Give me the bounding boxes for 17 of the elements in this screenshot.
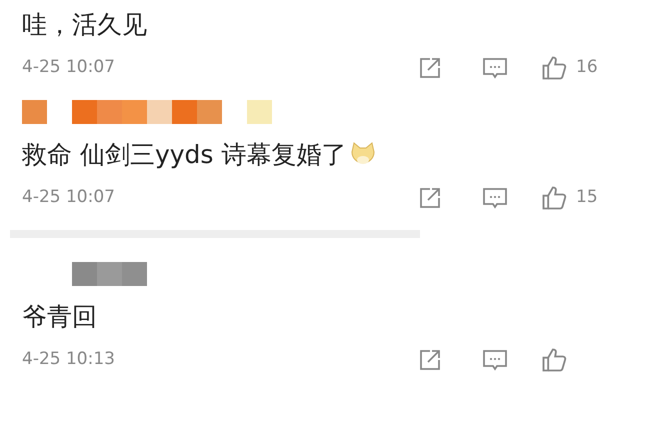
comment-time: 4-25 10:13 (22, 348, 116, 372)
comment-text: 爷青回 (22, 301, 97, 333)
comment-text: 哇，活久见 (22, 9, 147, 41)
comment-time: 4-25 10:07 (22, 56, 116, 80)
like-count: 16 (576, 56, 598, 80)
thumbs-up-icon[interactable] (540, 54, 568, 82)
share-icon[interactable] (418, 56, 442, 80)
share-icon[interactable] (418, 186, 442, 210)
comment-time: 4-25 10:07 (22, 186, 116, 210)
thumbs-up-icon[interactable] (540, 346, 568, 374)
comment-icon[interactable] (482, 186, 508, 210)
like-count: 15 (576, 186, 598, 210)
thumbs-up-icon[interactable] (540, 184, 568, 212)
share-icon[interactable] (418, 348, 442, 372)
comment-text: 救命 仙剑三yyds 诗幕复婚了 (22, 139, 346, 171)
comment-icon[interactable] (482, 348, 508, 372)
comment-icon[interactable] (482, 56, 508, 80)
